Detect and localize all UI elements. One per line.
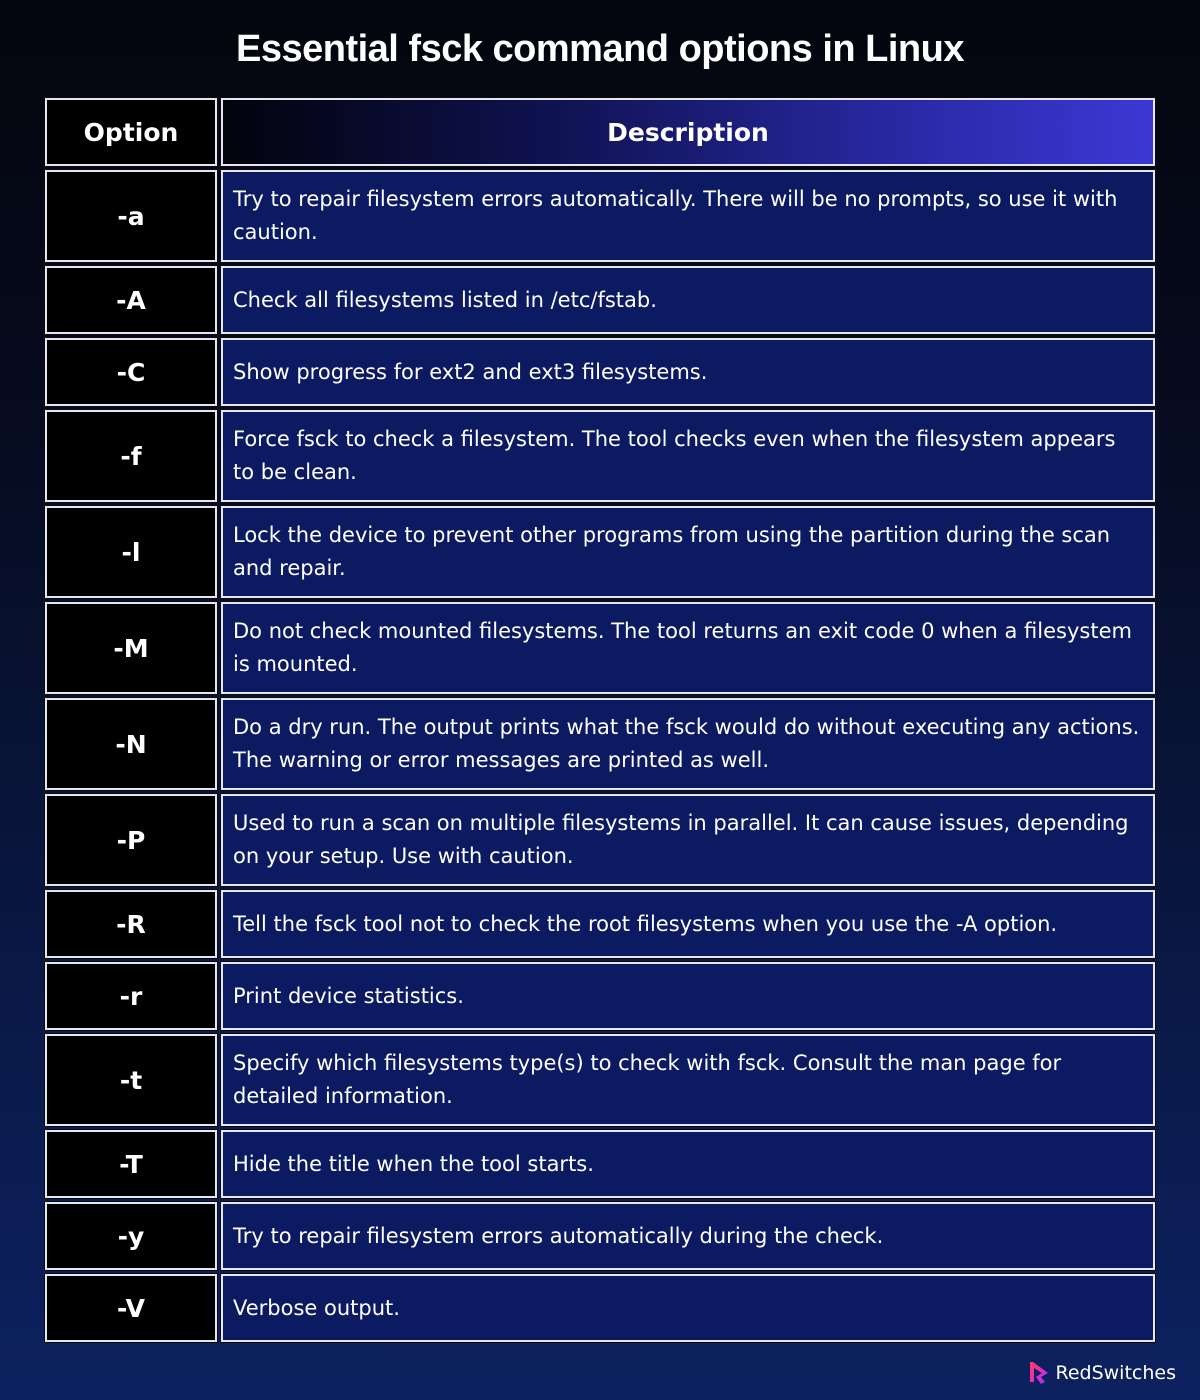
- option-cell: -P: [44, 793, 218, 887]
- brand-name: RedSwitches: [1055, 1362, 1176, 1384]
- option-cell: -y: [44, 1201, 218, 1271]
- table-row: -a Try to repair filesystem errors autom…: [44, 169, 1156, 263]
- header-option: Option: [44, 97, 218, 167]
- redswitches-logo-icon: [1030, 1362, 1049, 1384]
- description-cell: Lock the device to prevent other program…: [220, 505, 1156, 599]
- description-cell: Try to repair filesystem errors automati…: [220, 1201, 1156, 1271]
- option-cell: -V: [44, 1273, 218, 1343]
- table-row: -R Tell the fsck tool not to check the r…: [44, 889, 1156, 959]
- option-cell: -f: [44, 409, 218, 503]
- description-cell: Show progress for ext2 and ext3 filesyst…: [220, 337, 1156, 407]
- options-table: Option Description -a Try to repair file…: [44, 97, 1156, 1346]
- description-cell: Verbose output.: [220, 1273, 1156, 1343]
- table-row: -r Print device statistics.: [44, 961, 1156, 1031]
- description-cell: Force fsck to check a filesystem. The to…: [220, 409, 1156, 503]
- description-cell: Tell the fsck tool not to check the root…: [220, 889, 1156, 959]
- description-cell: Print device statistics.: [220, 961, 1156, 1031]
- description-cell: Do not check mounted filesystems. The to…: [220, 601, 1156, 695]
- description-cell: Try to repair filesystem errors automati…: [220, 169, 1156, 263]
- table-row: -f Force fsck to check a filesystem. The…: [44, 409, 1156, 503]
- description-cell: Specify which filesystems type(s) to che…: [220, 1033, 1156, 1127]
- table-row: -l Lock the device to prevent other prog…: [44, 505, 1156, 599]
- table-row: -V Verbose output.: [44, 1273, 1156, 1343]
- brand: RedSwitches: [1027, 1360, 1176, 1386]
- description-cell: Do a dry run. The output prints what the…: [220, 697, 1156, 791]
- description-cell: Check all filesystems listed in /etc/fst…: [220, 265, 1156, 335]
- table-row: -A Check all filesystems listed in /etc/…: [44, 265, 1156, 335]
- option-cell: -N: [44, 697, 218, 791]
- option-cell: -t: [44, 1033, 218, 1127]
- option-cell: -T: [44, 1129, 218, 1199]
- table-row: -T Hide the title when the tool starts.: [44, 1129, 1156, 1199]
- table-row: -y Try to repair filesystem errors autom…: [44, 1201, 1156, 1271]
- table-row: -M Do not check mounted filesystems. The…: [44, 601, 1156, 695]
- table-row: -N Do a dry run. The output prints what …: [44, 697, 1156, 791]
- option-cell: -l: [44, 505, 218, 599]
- table-row: -C Show progress for ext2 and ext3 files…: [44, 337, 1156, 407]
- option-cell: -a: [44, 169, 218, 263]
- option-cell: -r: [44, 961, 218, 1031]
- description-cell: Used to run a scan on multiple filesyste…: [220, 793, 1156, 887]
- option-cell: -A: [44, 265, 218, 335]
- option-cell: -R: [44, 889, 218, 959]
- option-cell: -C: [44, 337, 218, 407]
- page-title: Essential fsck command options in Linux: [236, 28, 964, 70]
- table-row: -t Specify which filesystems type(s) to …: [44, 1033, 1156, 1127]
- header-description: Description: [220, 97, 1156, 167]
- table-header-row: Option Description: [44, 97, 1156, 167]
- description-cell: Hide the title when the tool starts.: [220, 1129, 1156, 1199]
- table-row: -P Used to run a scan on multiple filesy…: [44, 793, 1156, 887]
- option-cell: -M: [44, 601, 218, 695]
